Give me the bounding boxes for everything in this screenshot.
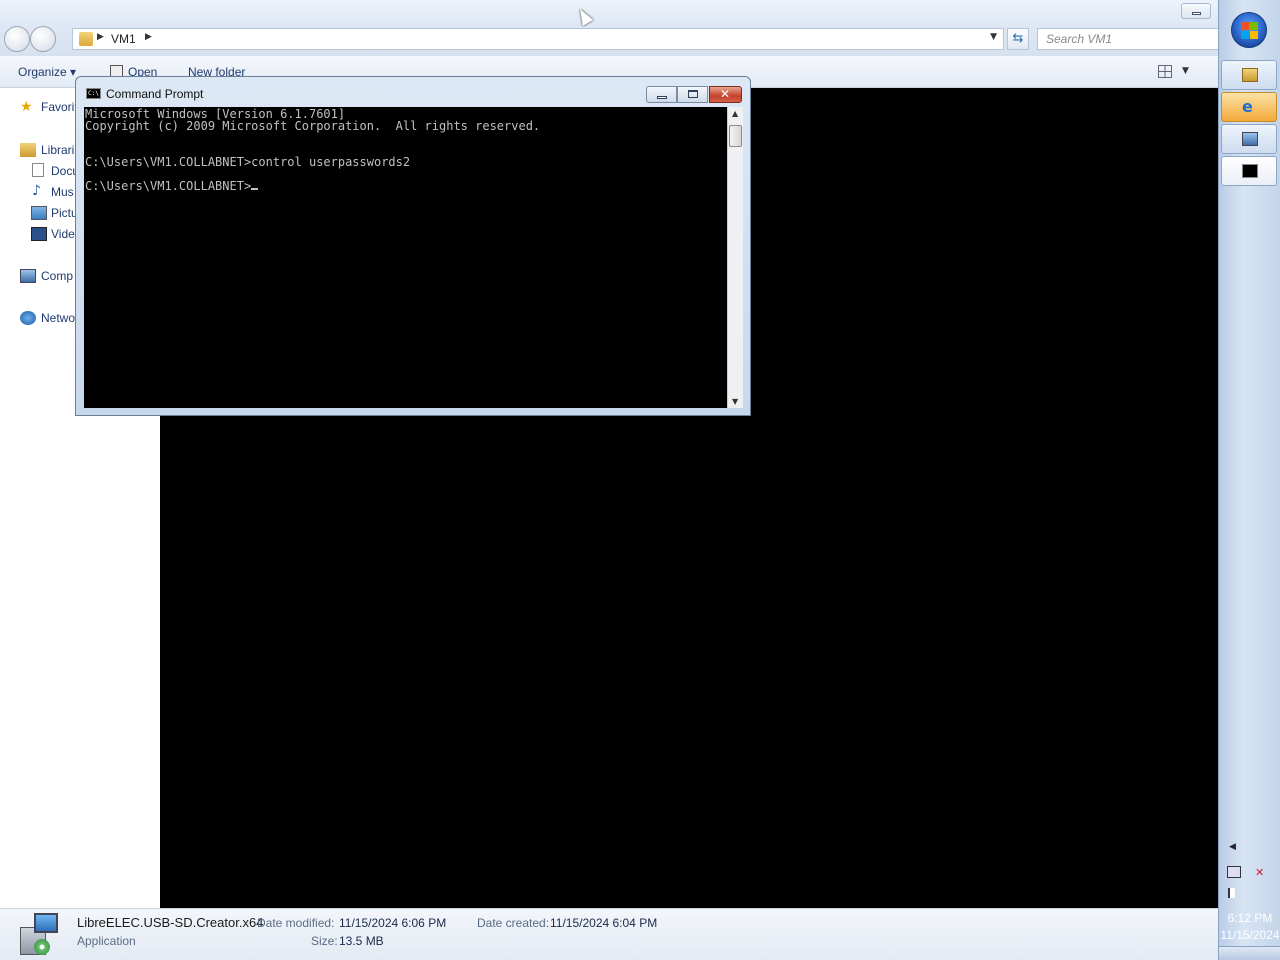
pictures-icon — [31, 206, 47, 220]
libraries-icon — [20, 143, 36, 157]
command-prompt-icon[interactable]: C:\ — [86, 88, 101, 99]
nav-libraries[interactable]: Librari — [41, 143, 74, 157]
address-dropdown-icon[interactable]: ▼ — [990, 32, 997, 42]
start-button[interactable] — [1231, 12, 1267, 48]
breadcrumb-arrow-icon[interactable]: ▶ — [145, 32, 152, 42]
change-view-icon[interactable] — [1158, 65, 1172, 78]
text-cursor — [251, 188, 259, 190]
details-file-type: Application — [77, 934, 136, 948]
network-icon — [20, 311, 36, 325]
nav-network[interactable]: Netwo — [41, 311, 75, 325]
date-created-value: 11/15/2024 6:04 PM — [550, 916, 658, 930]
nav-computer[interactable]: Comp — [41, 269, 73, 283]
console-line: C:\Users\VM1.COLLABNET>control userpassw… — [85, 155, 411, 169]
star-icon: ★ — [20, 99, 33, 115]
folder-icon — [79, 32, 93, 46]
address-row: ▶ VM1 ▶ ▼ ⇆ Search VM1 — [0, 24, 1218, 56]
nav-videos[interactable]: Vide — [51, 227, 75, 241]
show-hidden-icons-icon[interactable]: ◀ — [1229, 842, 1236, 852]
date-modified-value: 11/15/2024 6:06 PM — [339, 916, 447, 930]
view-dropdown-icon[interactable]: ▼ — [1182, 66, 1189, 76]
videos-icon — [31, 227, 47, 241]
music-icon: ♪ — [32, 183, 41, 199]
organize-button[interactable]: Organize ▾ — [18, 65, 76, 79]
forward-button[interactable] — [30, 26, 56, 52]
console-prompt-line[interactable]: C:\Users\VM1.COLLABNET> — [85, 180, 727, 192]
show-desktop-button[interactable] — [1219, 946, 1280, 960]
internet-explorer-icon: e — [1242, 97, 1253, 116]
maximize-button[interactable] — [677, 86, 708, 103]
taskbar-internet-explorer-button[interactable]: e — [1221, 92, 1277, 122]
volume-muted-icon[interactable]: ✕ — [1255, 866, 1269, 879]
minimize-button[interactable] — [646, 86, 677, 103]
clock-date[interactable]: 11/15/2024 — [1219, 928, 1280, 942]
close-button[interactable]: ✕ — [709, 86, 742, 103]
explorer-title-bar[interactable] — [0, 0, 1218, 24]
taskbar-explorer-button[interactable] — [1221, 60, 1277, 90]
taskbar-remote-desktop-button[interactable] — [1221, 124, 1277, 154]
command-prompt-icon — [1242, 164, 1258, 178]
computer-icon — [20, 269, 36, 283]
network-tray-icon[interactable] — [1227, 866, 1241, 878]
breadcrumb-vm1[interactable]: VM1 — [111, 32, 136, 46]
date-modified-label: Date modified: — [257, 916, 335, 930]
clock-time[interactable]: 6:12 PM — [1219, 911, 1280, 925]
date-created-label: Date created: — [477, 916, 550, 930]
address-bar[interactable]: ▶ VM1 ▶ ▼ — [72, 28, 1004, 50]
windows-explorer-icon — [1242, 68, 1258, 82]
scroll-down-icon[interactable]: ▼ — [732, 397, 738, 406]
documents-icon — [32, 163, 44, 177]
breadcrumb-arrow-icon[interactable]: ▶ — [97, 32, 104, 42]
window-title: Command Prompt — [106, 87, 204, 101]
console-prompt: C:\Users\VM1.COLLABNET> — [85, 179, 252, 193]
refresh-button[interactable]: ⇆ — [1007, 28, 1029, 50]
scroll-thumb[interactable] — [729, 125, 742, 147]
console-output[interactable]: Microsoft Windows [Version 6.1.7601] Cop… — [84, 107, 727, 408]
details-pane: LibreELEC.USB-SD.Creator.x64 Application… — [0, 908, 1218, 960]
action-center-flag-icon[interactable] — [1228, 888, 1240, 898]
search-input[interactable]: Search VM1 — [1037, 28, 1218, 50]
taskbar-command-prompt-button[interactable] — [1221, 156, 1277, 186]
back-button[interactable] — [4, 26, 30, 52]
size-label: Size: — [311, 934, 338, 948]
nav-music[interactable]: Mus — [51, 185, 74, 199]
application-installer-icon — [18, 913, 62, 957]
explorer-minimize-button[interactable] — [1181, 3, 1211, 19]
console-line: Copyright (c) 2009 Microsoft Corporation… — [85, 119, 541, 133]
nav-pictures[interactable]: Pictu — [51, 206, 78, 220]
command-prompt-window[interactable]: C:\ Command Prompt ✕ Microsoft Windows [… — [75, 76, 751, 416]
details-file-name: LibreELEC.USB-SD.Creator.x64 — [77, 915, 264, 930]
vertical-scrollbar[interactable]: ▲ ▼ — [727, 107, 743, 408]
scroll-up-icon[interactable]: ▲ — [732, 109, 738, 118]
remote-desktop-icon — [1242, 132, 1258, 146]
size-value: 13.5 MB — [339, 934, 384, 948]
taskbar: e ◀ ✕ 6:12 PM 11/15/2024 — [1218, 0, 1280, 960]
nav-favorites[interactable]: Favorit — [41, 100, 78, 114]
